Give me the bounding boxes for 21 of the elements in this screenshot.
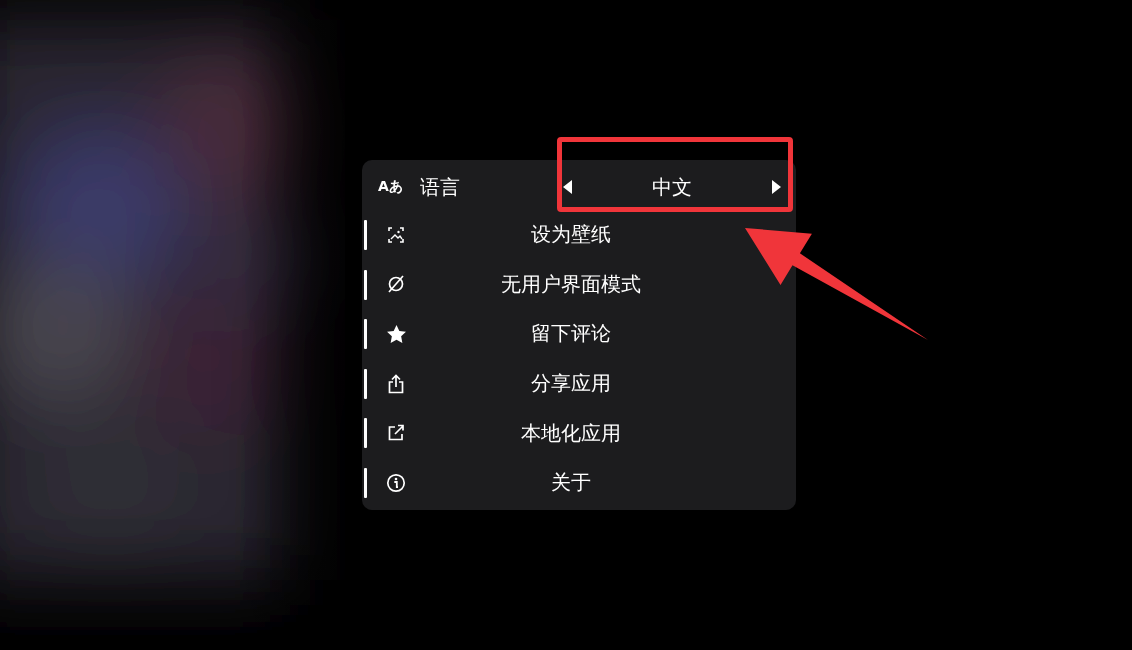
menu-item[interactable]: 分享应用 [408, 370, 734, 398]
language-icon: Aあ [378, 178, 408, 196]
image-icon [387, 225, 405, 244]
star-icon [386, 325, 406, 343]
menu-item[interactable]: 留下评论 [408, 320, 734, 348]
menu-item[interactable]: 关于 [408, 469, 734, 497]
edge-marker [364, 269, 367, 300]
share-icon [387, 373, 405, 394]
external-link-icon [387, 424, 405, 443]
menu-item[interactable]: 无用户界面模式 [408, 270, 734, 298]
menu-item[interactable]: 设为壁纸 [408, 221, 734, 249]
info-icon [386, 472, 406, 493]
edge-marker [364, 467, 367, 498]
edge-marker [364, 220, 367, 250]
language-label: 语言 [420, 173, 460, 201]
menu-item[interactable]: 本地化应用 [408, 419, 734, 447]
edge-marker [364, 418, 367, 449]
language-value: 中文 [651, 173, 693, 201]
edge-marker [364, 368, 367, 399]
empty-set-icon [386, 274, 406, 295]
edge-marker [364, 319, 367, 350]
